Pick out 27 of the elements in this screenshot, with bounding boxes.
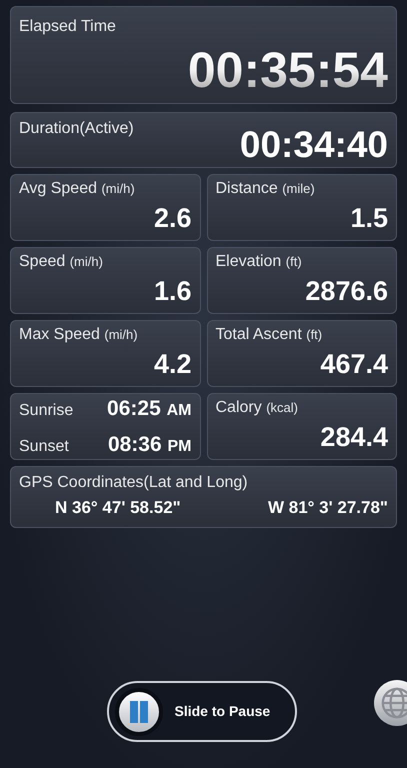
slide-to-pause-button[interactable]: Slide to Pause (106, 681, 296, 742)
elapsed-label: Elapsed Time (19, 17, 117, 37)
metric-value: 2876.6 (305, 278, 388, 305)
metric-label: Distance (mile) (216, 179, 316, 199)
sun-label: Sunset (19, 436, 69, 456)
metric-value: 284.4 (320, 424, 388, 451)
metric-label: Total Ascent (ft) (216, 325, 324, 345)
duration-label: Duration(Active) (19, 119, 134, 139)
metric-value: 467.4 (320, 351, 388, 378)
metric-label: Calory (kcal) (216, 398, 299, 418)
metric-label: Avg Speed (mi/h) (19, 179, 136, 199)
globe-icon[interactable] (374, 680, 407, 726)
pause-icon (114, 688, 162, 736)
sun-time: 08:36 PM (108, 432, 192, 458)
latitude-value: N 36° 47' 58.52" (55, 497, 181, 519)
metric-value: 4.2 (154, 351, 192, 378)
metric-label: Max Speed (mi/h) (19, 325, 139, 345)
metric-value: 2.6 (154, 205, 192, 232)
duration-value: 00:34:40 (240, 126, 388, 167)
sun-time: 06:25 AM (107, 396, 192, 422)
longitude-value: W 81° 3' 27.78" (268, 497, 388, 519)
metric-label: Elevation (ft) (216, 252, 303, 272)
gps-label: GPS Coordinates(Lat and Long) (19, 473, 249, 493)
metric-value: 1.5 (350, 205, 388, 232)
sun-label: Sunrise (19, 401, 74, 421)
metric-label: Speed (mi/h) (19, 252, 104, 272)
metric-value: 1.6 (154, 278, 192, 305)
